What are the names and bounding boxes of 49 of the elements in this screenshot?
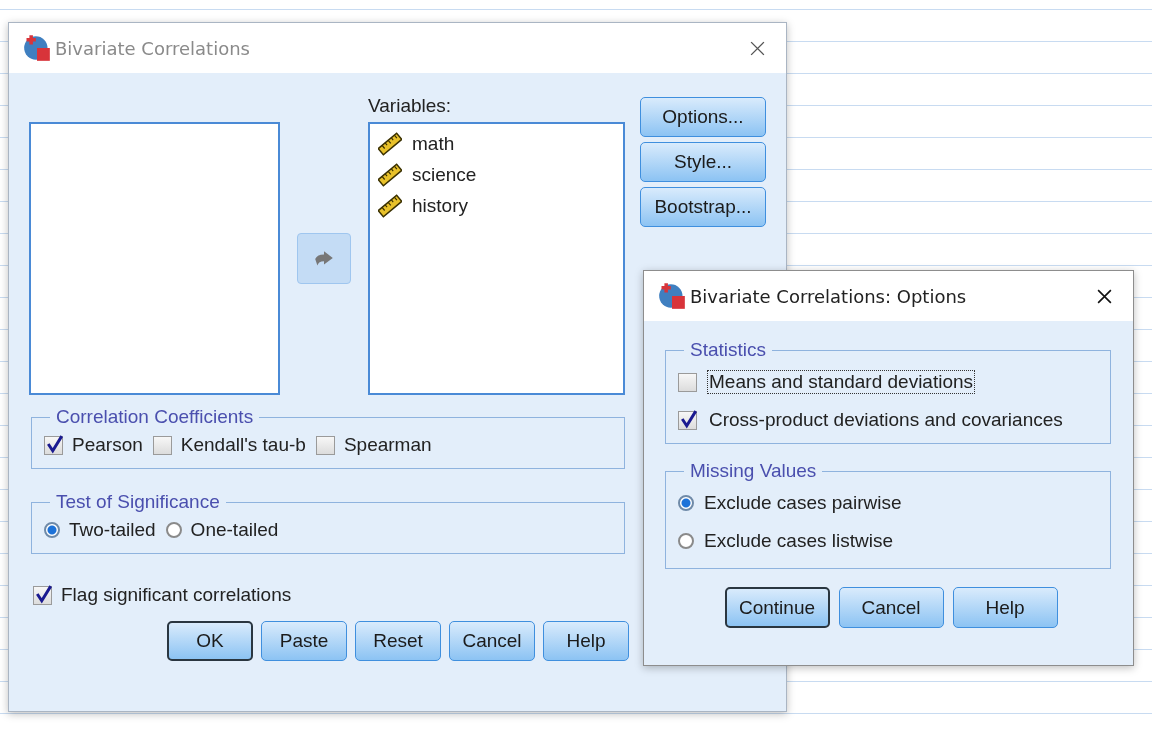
checkbox-label: Flag significant correlations xyxy=(61,584,292,606)
radio-label: Exclude cases listwise xyxy=(704,530,894,552)
radio-label: One-tailed xyxy=(190,519,279,541)
radio-label: Exclude cases pairwise xyxy=(704,492,902,514)
close-icon[interactable] xyxy=(749,39,766,57)
checkbox[interactable] xyxy=(678,372,697,392)
checkbox[interactable] xyxy=(152,435,172,455)
checkbox-label: Pearson xyxy=(72,434,143,456)
dialog-button[interactable]: Style... xyxy=(640,142,766,182)
window-title: Bivariate Correlations: Options xyxy=(690,285,968,307)
variables-label: Variables: xyxy=(368,95,453,118)
source-list[interactable] xyxy=(29,122,280,395)
dialog-button[interactable]: Paste xyxy=(261,621,347,661)
dialog-button[interactable]: Options... xyxy=(640,97,766,137)
radio-button[interactable] xyxy=(678,533,694,549)
checkbox-label: Cross-product deviations and covariances xyxy=(708,408,1064,432)
dialog-button[interactable]: OK xyxy=(167,621,253,661)
variable-item[interactable]: science xyxy=(412,163,477,186)
group-title: Correlation Coefficients xyxy=(55,406,255,428)
radio-button[interactable] xyxy=(165,522,182,538)
dialog-button[interactable]: Cancel xyxy=(838,587,944,628)
dialog-button[interactable]: Cancel xyxy=(449,621,535,661)
dialog-button[interactable]: Help xyxy=(952,587,1058,628)
group-title: Test of Significance xyxy=(55,491,221,513)
arrow-icon xyxy=(312,249,335,268)
dialog-button[interactable]: Continue xyxy=(724,587,830,628)
move-button[interactable] xyxy=(296,233,351,284)
checkbox-label: Spearman xyxy=(343,434,432,456)
radio-label: Two-tailed xyxy=(69,519,156,541)
close-icon[interactable] xyxy=(1096,287,1113,305)
variables-list[interactable]: math science history xyxy=(368,122,625,395)
group-title: Missing Values xyxy=(689,460,818,482)
app-icon xyxy=(658,282,686,310)
app-icon xyxy=(23,34,51,62)
checkbox[interactable] xyxy=(33,585,52,605)
checkbox[interactable] xyxy=(678,410,697,430)
dialog-button[interactable]: Bootstrap... xyxy=(640,187,766,227)
variable-item[interactable]: math xyxy=(412,132,455,155)
checkbox-label: Means and standard deviations xyxy=(707,370,976,394)
radio-button[interactable] xyxy=(44,522,60,538)
window-title: Bivariate Correlations xyxy=(55,37,251,59)
group-title: Statistics xyxy=(689,339,768,361)
variable-item[interactable]: history xyxy=(412,194,468,217)
dialog-button[interactable]: Help xyxy=(543,621,629,661)
radio-button[interactable] xyxy=(678,495,694,511)
checkbox[interactable] xyxy=(315,435,335,455)
dialog-button[interactable]: Reset xyxy=(355,621,441,661)
checkbox-label: Kendall's tau-b xyxy=(180,434,306,456)
checkbox[interactable] xyxy=(44,435,63,455)
